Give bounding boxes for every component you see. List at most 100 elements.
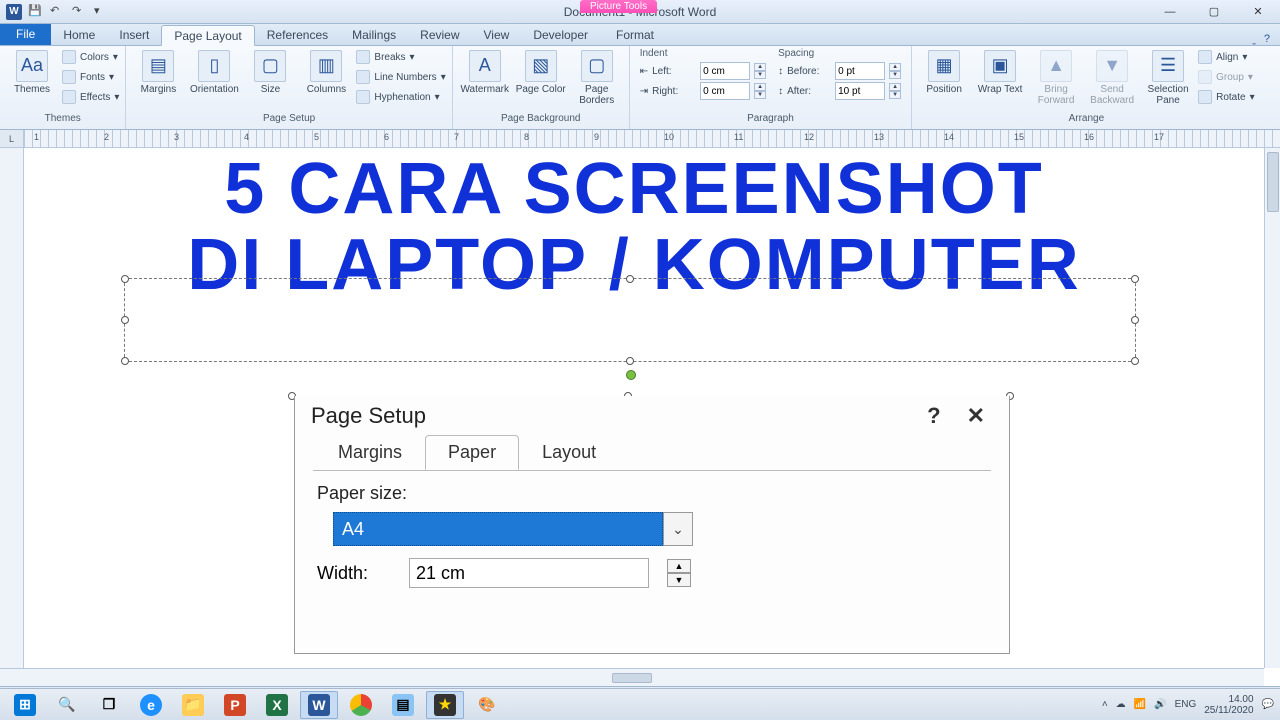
ribbon-minimize-icon[interactable]: ˬ xyxy=(1252,33,1256,45)
line-numbers-button[interactable]: Line Numbers ▾ xyxy=(356,68,445,86)
size-icon: ▢ xyxy=(254,50,286,82)
theme-effects-button[interactable]: Effects ▾ xyxy=(62,88,119,106)
tab-developer[interactable]: Developer xyxy=(521,24,600,45)
vertical-ruler[interactable] xyxy=(0,148,24,668)
width-value xyxy=(409,558,649,588)
group-page-setup: ▤Margins ▯Orientation ▢Size ▥Columns Bre… xyxy=(126,46,452,129)
horizontal-ruler[interactable]: L 1234567891011121314151617 xyxy=(0,130,1280,148)
maximize-button[interactable]: ▢ xyxy=(1192,1,1236,23)
ribbon: Aa Themes Colors ▾ Fonts ▾ Effects ▾ The… xyxy=(0,46,1280,130)
start-button[interactable]: ⊞ xyxy=(6,691,44,719)
tray-lang[interactable]: ENG xyxy=(1175,699,1197,710)
fonts-icon xyxy=(62,70,76,84)
taskbar-explorer-icon[interactable]: 📁 xyxy=(174,691,212,719)
colors-icon xyxy=(62,50,76,64)
group-paragraph: Indent ⇤Left:▲▼ ⇥Right:▲▼ Spacing ↕Befor… xyxy=(630,46,912,129)
rotate-button[interactable]: Rotate ▾ xyxy=(1198,88,1255,106)
rotate-handle[interactable] xyxy=(626,370,636,380)
taskbar-chrome-icon[interactable] xyxy=(342,691,380,719)
taskbar-notepad-icon[interactable]: ▤ xyxy=(384,691,422,719)
help-icon[interactable]: ? xyxy=(1264,33,1270,45)
send-backward-button[interactable]: ▼Send Backward xyxy=(1086,48,1138,106)
breaks-button[interactable]: Breaks ▾ xyxy=(356,48,445,66)
effects-icon xyxy=(62,90,76,104)
tray-chevron-icon[interactable]: ˄ xyxy=(1102,699,1108,710)
hyphenation-icon xyxy=(356,90,370,104)
tab-format[interactable]: Format xyxy=(604,24,666,45)
tab-page-layout[interactable]: Page Layout xyxy=(161,25,254,46)
tray-wifi-icon[interactable]: 📶 xyxy=(1134,699,1146,710)
position-icon: ▦ xyxy=(928,50,960,82)
close-button[interactable]: ✕ xyxy=(1236,1,1280,23)
taskbar-word-icon[interactable]: W xyxy=(300,691,338,719)
margins-icon: ▤ xyxy=(142,50,174,82)
selection-pane-button[interactable]: ☰Selection Pane xyxy=(1142,48,1194,106)
group-arrange: ▦Position ▣Wrap Text ▲Bring Forward ▼Sen… xyxy=(912,46,1261,129)
page-borders-button[interactable]: ▢Page Borders xyxy=(571,48,623,106)
page-color-button[interactable]: ▧Page Color xyxy=(515,48,567,95)
embedded-dialog-image[interactable]: Page Setup ? ✕ Margins Paper Layout Pape… xyxy=(294,396,1010,654)
qat-customize-icon[interactable]: ▾ xyxy=(94,4,110,20)
rotate-icon xyxy=(1198,90,1212,104)
taskbar-edge-icon[interactable]: e xyxy=(132,691,170,719)
group-button[interactable]: Group ▾ xyxy=(1198,68,1255,86)
hyphenation-button[interactable]: Hyphenation ▾ xyxy=(356,88,445,106)
orientation-button[interactable]: ▯Orientation xyxy=(188,48,240,95)
watermark-button[interactable]: AWatermark xyxy=(459,48,511,95)
dialog-tab-layout: Layout xyxy=(519,435,619,470)
minimize-button[interactable]: — xyxy=(1148,1,1192,23)
taskbar-search-icon[interactable]: 🔍 xyxy=(48,691,86,719)
taskbar-taskview-icon[interactable]: ❐ xyxy=(90,691,128,719)
contextual-tab-label: Picture Tools xyxy=(580,0,657,13)
theme-colors-button[interactable]: Colors ▾ xyxy=(62,48,119,66)
indent-left-input[interactable] xyxy=(700,62,750,80)
breaks-icon xyxy=(356,50,370,64)
tab-view[interactable]: View xyxy=(472,24,522,45)
indent-right-input[interactable] xyxy=(700,82,750,100)
position-button[interactable]: ▦Position xyxy=(918,48,970,95)
columns-button[interactable]: ▥Columns xyxy=(300,48,352,95)
tray-volume-icon[interactable]: 🔊 xyxy=(1154,699,1166,710)
file-tab[interactable]: File xyxy=(0,23,51,45)
group-page-background: AWatermark ▧Page Color ▢Page Borders Pag… xyxy=(453,46,630,129)
taskbar-movie-maker-icon[interactable]: ★ xyxy=(426,691,464,719)
tab-mailings[interactable]: Mailings xyxy=(340,24,408,45)
tab-references[interactable]: References xyxy=(255,24,340,45)
themes-button[interactable]: Aa Themes xyxy=(6,48,58,95)
bring-forward-button[interactable]: ▲Bring Forward xyxy=(1030,48,1082,106)
qat-undo-icon[interactable]: ↶ xyxy=(50,4,66,20)
paper-size-label: Paper size: xyxy=(317,483,987,504)
spacing-before-icon: ↕ xyxy=(778,66,783,77)
horizontal-scrollbar[interactable] xyxy=(0,668,1264,686)
spacing-after-input[interactable] xyxy=(835,82,885,100)
textbox-selection[interactable] xyxy=(124,278,1136,362)
spacing-after-icon: ↕ xyxy=(778,86,783,97)
taskbar-paint-icon[interactable]: 🎨 xyxy=(468,691,506,719)
paper-size-value: A4 xyxy=(333,512,663,546)
spacing-before-input[interactable] xyxy=(835,62,885,80)
dialog-close-icon: ✕ xyxy=(959,403,993,429)
theme-fonts-button[interactable]: Fonts ▾ xyxy=(62,68,119,86)
margins-button[interactable]: ▤Margins xyxy=(132,48,184,95)
tab-review[interactable]: Review xyxy=(408,24,471,45)
taskbar: ⊞ 🔍 ❐ e 📁 P X W ▤ ★ 🎨 ˄ ☁ 📶 🔊 ENG 14.00 … xyxy=(0,688,1280,720)
dialog-title: Page Setup xyxy=(311,403,426,429)
qat-save-icon[interactable]: 💾 xyxy=(28,4,44,20)
group-icon xyxy=(1198,70,1212,84)
align-button[interactable]: Align ▾ xyxy=(1198,48,1255,66)
indent-left-icon: ⇤ xyxy=(640,66,648,77)
tray-onedrive-icon[interactable]: ☁ xyxy=(1116,699,1126,710)
bring-forward-icon: ▲ xyxy=(1040,50,1072,82)
vertical-scrollbar[interactable] xyxy=(1264,148,1280,668)
tray-clock[interactable]: 14.00 25/11/2020 xyxy=(1204,694,1253,716)
taskbar-powerpoint-icon[interactable]: P xyxy=(216,691,254,719)
size-button[interactable]: ▢Size xyxy=(244,48,296,95)
taskbar-excel-icon[interactable]: X xyxy=(258,691,296,719)
tab-insert[interactable]: Insert xyxy=(107,24,161,45)
tab-home[interactable]: Home xyxy=(51,24,107,45)
chevron-down-icon: ⌄ xyxy=(663,512,693,546)
document-area[interactable]: 5 CARA SCREENSHOT DI LAPTOP / KOMPUTER P… xyxy=(0,148,1264,668)
tray-notifications-icon[interactable]: 💬 xyxy=(1262,699,1274,710)
qat-redo-icon[interactable]: ↷ xyxy=(72,4,88,20)
wrap-text-button[interactable]: ▣Wrap Text xyxy=(974,48,1026,95)
